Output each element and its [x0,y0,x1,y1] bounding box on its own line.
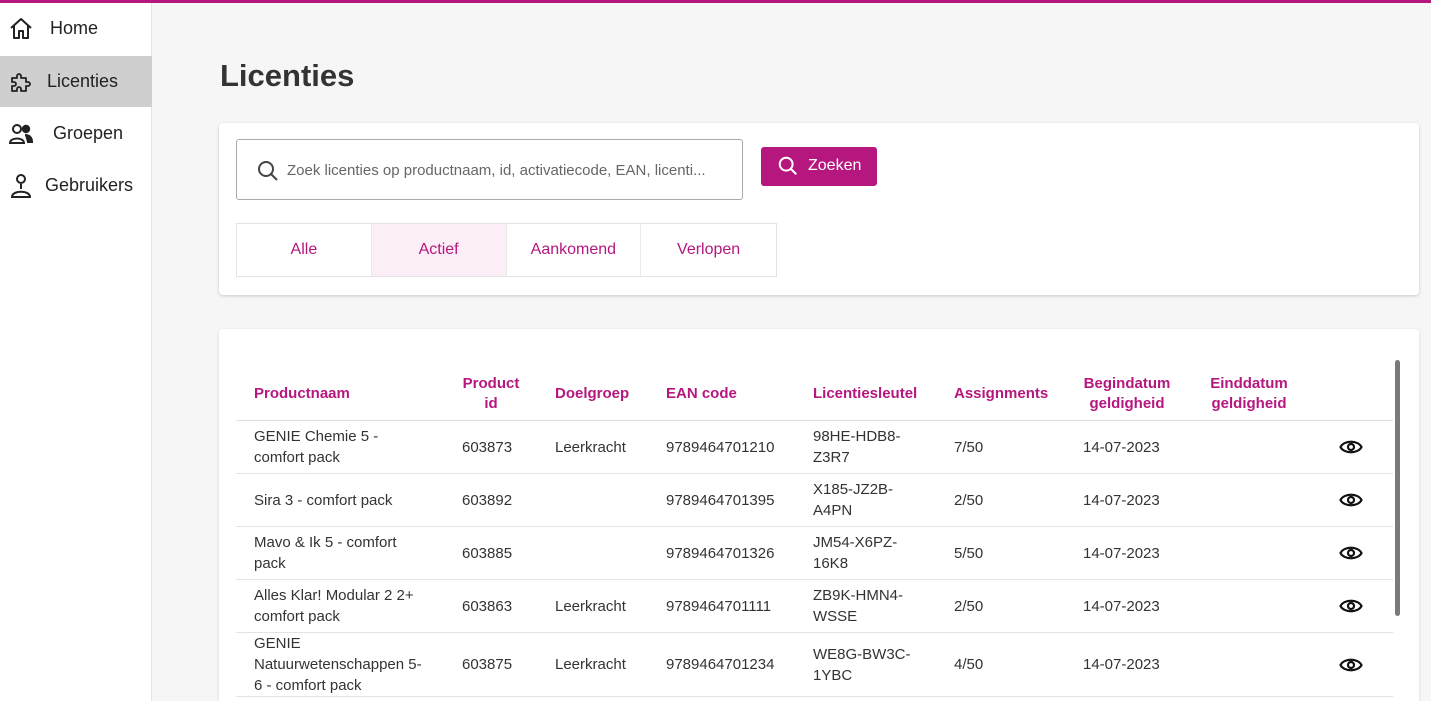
cell-licentiesleutel: X185-JZ2B-A4PN [813,481,894,519]
cell-productnaam: GENIE Chemie 5 - comfort pack [254,428,379,466]
page-title: Licenties [220,58,355,93]
cell-assignments: 4/50 [954,656,984,673]
search-icon [777,155,799,182]
search-field[interactable] [236,139,743,200]
sidebar-item-gebruikers[interactable]: Gebruikers [0,160,152,211]
search-icon [256,159,280,188]
cell-productnaam: Alles Klar! Modular 2 2+ comfort pack [254,587,414,625]
cell-product-id: 603892 [462,491,513,509]
cell-assignments: 2/50 [954,597,984,615]
sidebar-item-label: Home [50,18,99,38]
sidebar-item-home[interactable]: Home [0,3,152,54]
cell-licentiesleutel: WE8G-BW3C-1YBC [813,645,911,684]
cell-product-id: 603885 [462,544,513,562]
table-row[interactable]: GENIE Chemie 5 - comfort pack 603873 Lee… [236,421,1393,474]
cell-ean: 9789464701395 [666,491,775,509]
sidebar: Home Licenties Groepen Gebruikers [0,3,152,701]
cell-doelgroep: Leerkracht [555,438,626,456]
cell-product-id: 603873 [462,438,513,456]
cell-productnaam: Mavo & Ik 5 - comfort pack [254,534,397,572]
cell-licentiesleutel: JM54-X6PZ-16K8 [813,534,898,572]
cell-assignments: 2/50 [954,491,984,509]
search-input[interactable] [287,155,737,185]
filter-tabs: Alle Actief Aankomend Verlopen [236,223,777,277]
cell-ean: 9789464701234 [666,656,775,673]
cell-product-id: 603863 [462,597,513,615]
view-eye-icon[interactable] [1339,580,1363,632]
view-eye-icon[interactable] [1339,474,1363,526]
sidebar-item-licenties[interactable]: Licenties [0,56,152,107]
view-eye-icon[interactable] [1339,633,1363,696]
cell-begindatum: 14-07-2023 [1083,597,1160,615]
search-button[interactable]: Zoeken [761,147,877,186]
tab-alle[interactable]: Alle [237,224,372,276]
column-header-productnaam[interactable]: Productnaam [254,367,434,421]
sidebar-item-label: Groepen [53,123,124,143]
home-icon [8,16,34,42]
licenses-table: Productnaam Product id Doelgroep EAN cod… [219,329,1419,701]
cell-ean: 9789464701210 [666,438,775,456]
cell-productnaam: Sira 3 - comfort pack [254,491,393,509]
column-header-product-id[interactable]: Product id [457,367,525,421]
cell-begindatum: 14-07-2023 [1083,656,1160,673]
column-header-begindatum[interactable]: Begindatum geldigheid [1077,367,1177,421]
cell-begindatum: 14-07-2023 [1083,438,1160,456]
column-header-einddatum[interactable]: Einddatum geldigheid [1201,367,1297,421]
column-header-licentiesleutel[interactable]: Licentiesleutel [813,367,933,421]
sidebar-item-label: Licenties [47,71,119,91]
column-header-assignments[interactable]: Assignments [954,367,1064,421]
cell-begindatum: 14-07-2023 [1083,491,1160,509]
cell-ean: 9789464701326 [666,544,775,562]
table-row[interactable]: Alles Klar! Modular 2 2+ comfort pack 60… [236,580,1393,633]
search-button-label: Zoeken [808,157,862,174]
cell-licentiesleutel: ZB9K-HMN4-WSSE [813,587,904,625]
column-header-doelgroep[interactable]: Doelgroep [555,367,655,421]
puzzle-icon [8,69,34,95]
tab-verlopen[interactable]: Verlopen [641,224,776,276]
cell-productnaam: GENIE Natuurwetenschappen 5-6 - comfort … [254,635,422,694]
cell-product-id: 603875 [462,656,513,673]
table-row[interactable]: Mavo & Ik 5 - comfort pack 603885 978946… [236,527,1393,580]
cell-doelgroep: Leerkracht [555,656,626,673]
table-row[interactable]: GENIE Natuurwetenschappen 5-6 - comfort … [236,633,1393,697]
cell-licentiesleutel: 98HE-HDB8-Z3R7 [813,428,901,466]
cell-assignments: 5/50 [954,544,984,562]
user-icon [8,173,34,199]
cell-doelgroep: Leerkracht [555,597,626,615]
cell-begindatum: 14-07-2023 [1083,544,1160,562]
sidebar-item-label: Gebruikers [45,175,134,195]
table-scrollbar[interactable] [1395,360,1400,616]
tab-aankomend[interactable]: Aankomend [507,224,642,276]
view-eye-icon[interactable] [1339,421,1363,473]
tab-actief[interactable]: Actief [371,224,507,276]
sidebar-item-groepen[interactable]: Groepen [0,108,152,159]
column-header-ean[interactable]: EAN code [666,367,786,421]
search-card: Zoeken Alle Actief Aankomend Verlopen [219,123,1419,295]
cell-assignments: 7/50 [954,438,984,456]
top-accent-bar [0,0,1431,3]
view-eye-icon[interactable] [1339,527,1363,579]
cell-ean: 9789464701111 [666,597,772,615]
table-row[interactable]: Sira 3 - comfort pack 603892 97894647013… [236,474,1393,527]
users-icon [8,121,34,147]
